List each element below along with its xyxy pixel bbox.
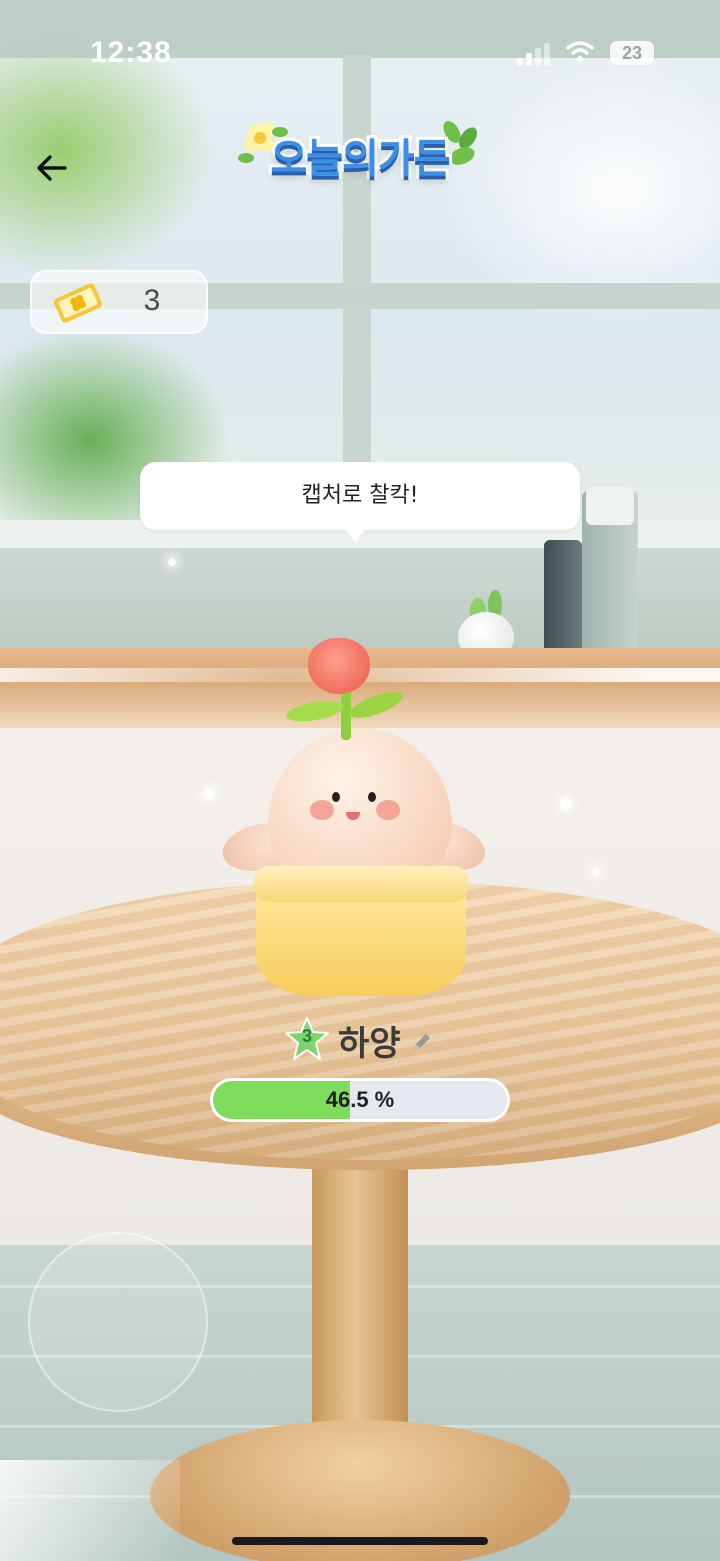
tulip-bud (308, 638, 370, 694)
progress-track: 46.5 % (213, 1081, 507, 1119)
ticket-count: 3 (143, 284, 161, 317)
table-leg (312, 1160, 408, 1460)
sparkle (560, 798, 572, 810)
garden-scene (0, 0, 720, 1561)
speech-bubble-text: 캡처로 찰칵! (301, 483, 419, 508)
sparkle (168, 558, 176, 566)
plant-name-row: 3 하양 (0, 1016, 720, 1066)
flower-pot-rim (254, 866, 468, 902)
status-bar: 12:38 23 (0, 0, 720, 100)
battery-icon: 23 (610, 41, 654, 65)
sparkle (592, 868, 600, 876)
ticket-counter[interactable]: 3 (30, 270, 208, 334)
sunlight-patch (0, 1460, 180, 1561)
status-time: 12:38 (90, 36, 172, 69)
growth-progress-bar: 46.5 % (210, 1078, 510, 1122)
light-orb (28, 1232, 208, 1412)
arrow-left-icon (37, 155, 67, 181)
app-logo: 오늘의가든 (232, 118, 488, 208)
plant-name: 하양 (338, 1024, 401, 1064)
home-indicator[interactable] (232, 1537, 488, 1545)
character-eye (368, 792, 376, 802)
progress-label: 46.5 % (325, 1087, 395, 1112)
character-cheek (310, 800, 334, 820)
clover-ticket-icon (53, 283, 103, 323)
level-number: 3 (301, 1026, 312, 1046)
wifi-icon (566, 41, 594, 62)
pencil-icon[interactable] (410, 1030, 434, 1054)
character-cheek (376, 800, 400, 820)
bottle-cap (586, 487, 634, 525)
character-eye (332, 792, 340, 802)
speech-bubble: 캡처로 찰칵! (140, 462, 580, 530)
speech-bubble-tail (344, 528, 366, 542)
back-button[interactable] (24, 140, 80, 196)
logo-text: 오늘의가든 (268, 133, 454, 185)
sparkle (203, 788, 215, 800)
